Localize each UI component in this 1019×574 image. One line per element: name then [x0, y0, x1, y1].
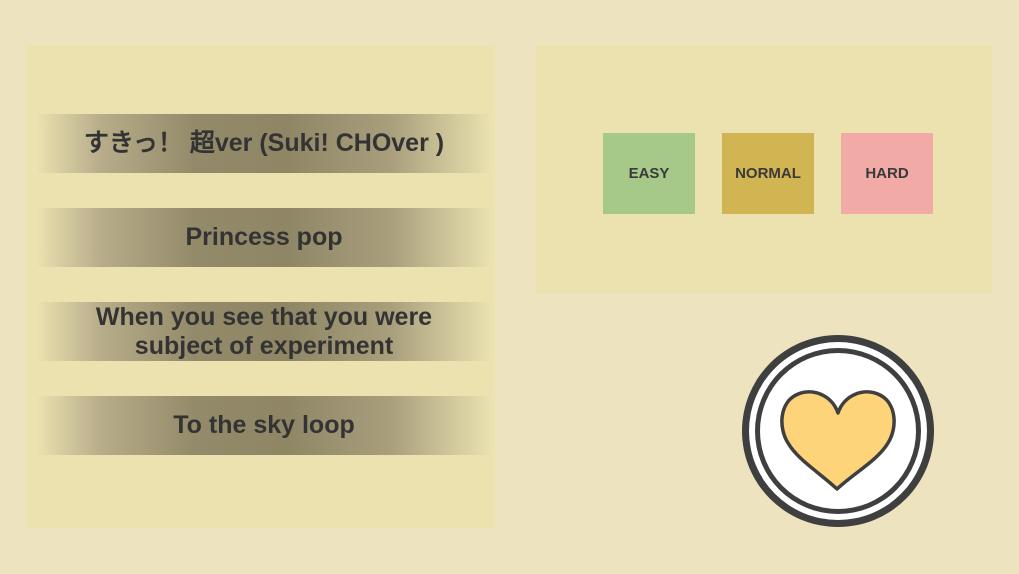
song-title: すきっ！ 超ver (Suki! CHOver )	[83, 129, 445, 157]
song-item-subject-of-experiment[interactable]: When you see that you were subject of ex…	[36, 302, 492, 361]
normal-button[interactable]: NORMAL	[722, 133, 814, 214]
song-list-panel: すきっ！ 超ver (Suki! CHOver ) Princess pop W…	[26, 45, 495, 528]
song-item-suki[interactable]: すきっ！ 超ver (Suki! CHOver )	[36, 114, 492, 173]
song-item-to-the-sky-loop[interactable]: To the sky loop	[36, 396, 492, 455]
song-title-line2: subject of experiment	[134, 331, 394, 360]
heart-icon	[742, 335, 934, 527]
start-button[interactable]	[740, 333, 936, 529]
song-title: Princess pop	[185, 223, 343, 251]
difficulty-panel: EASY NORMAL HARD	[536, 45, 992, 293]
song-item-princess-pop[interactable]: Princess pop	[36, 208, 492, 267]
song-title: To the sky loop	[173, 411, 355, 439]
hard-button[interactable]: HARD	[841, 133, 933, 214]
song-title: When you see that you were	[95, 302, 433, 331]
easy-button[interactable]: EASY	[603, 133, 695, 214]
